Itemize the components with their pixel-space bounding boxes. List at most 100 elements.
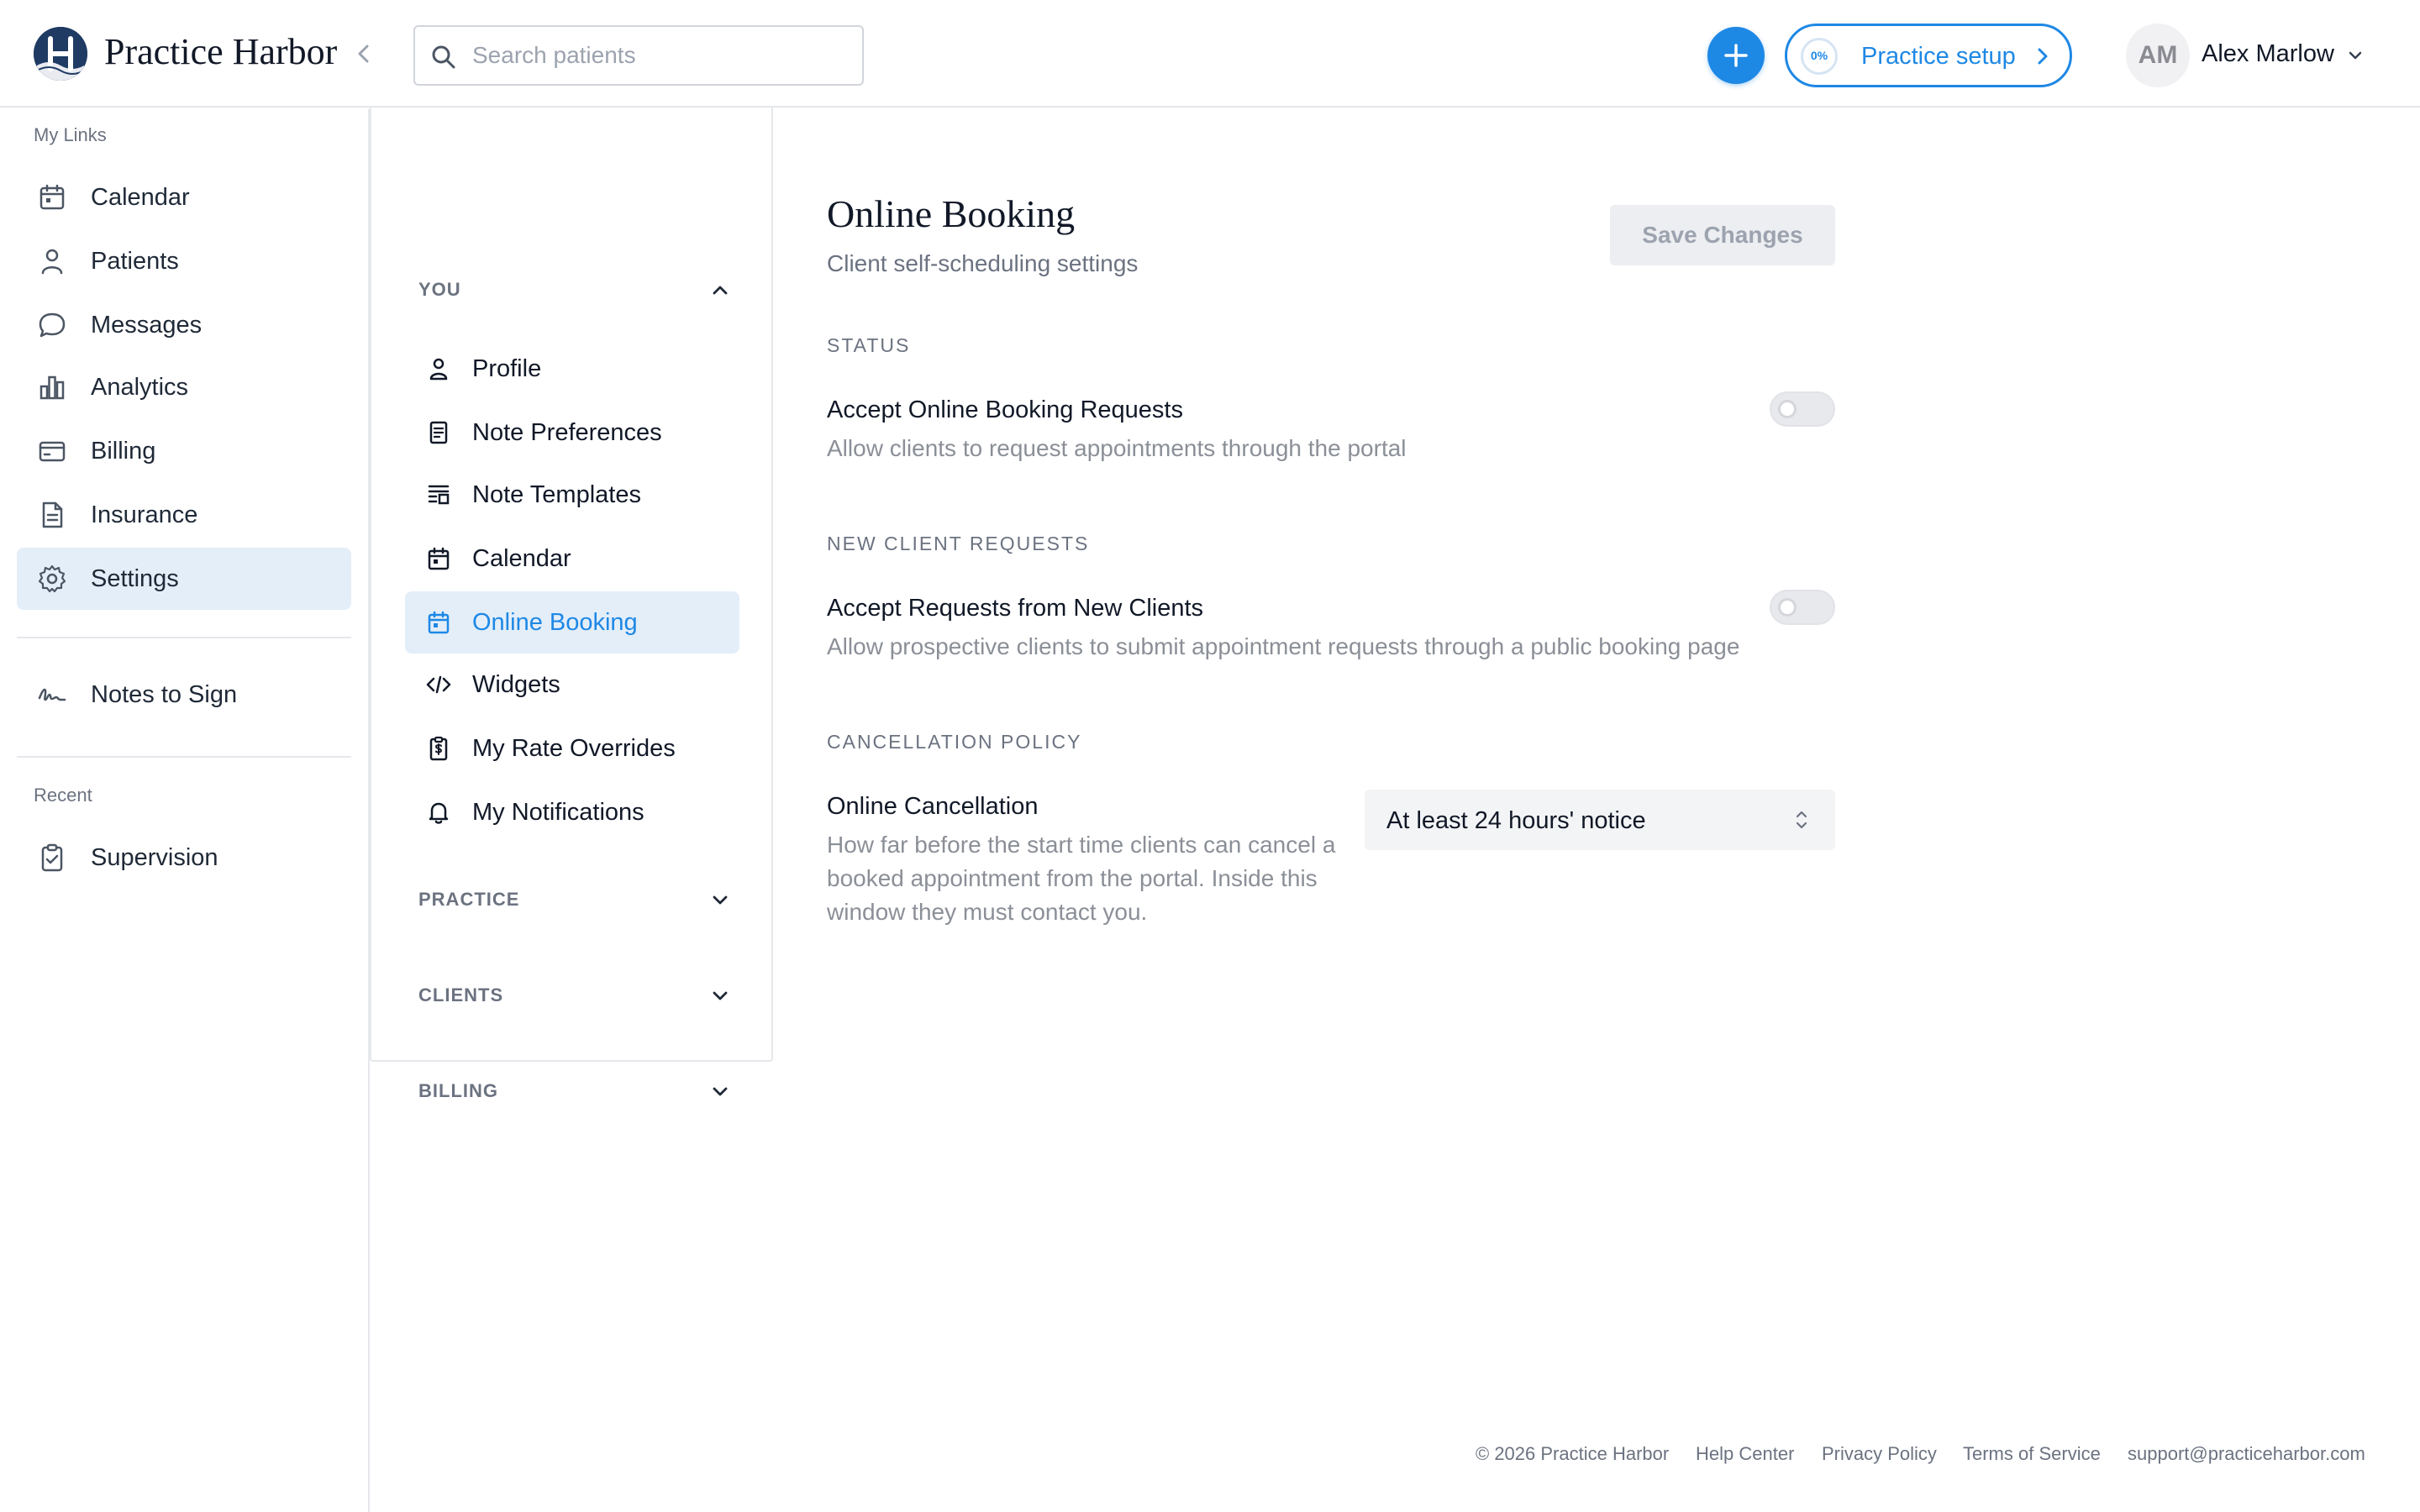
settings-nav-profile[interactable]: Profile	[405, 338, 739, 400]
sidebar-item-label: Settings	[91, 565, 179, 592]
page-subtitle: Client self-scheduling settings	[827, 250, 1139, 276]
note-icon	[425, 419, 452, 446]
sidebar-item-analytics[interactable]: Analytics	[17, 356, 351, 418]
settings-section-practice[interactable]: PRACTICE	[418, 882, 738, 916]
chevron-down-icon	[709, 1082, 731, 1100]
settings-nav-panel: YOU Profile Note Preferences Note Templa…	[370, 108, 773, 1101]
accept-online-booking-toggle[interactable]	[1770, 391, 1835, 427]
search-input[interactable]	[472, 37, 842, 74]
chevron-down-icon	[709, 890, 731, 909]
section-title: YOU	[418, 279, 461, 300]
sidebar-item-label: Patients	[91, 248, 179, 275]
nav-item-label: Note Preferences	[472, 419, 662, 446]
cancellation-policy-section-label: CANCELLATION POLICY	[827, 731, 1082, 753]
settings-nav-calendar[interactable]: Calendar	[405, 528, 739, 590]
nav-item-label: My Rate Overrides	[472, 735, 676, 762]
footer-help-link[interactable]: Help Center	[1696, 1443, 1794, 1465]
section-title: CLIENTS	[418, 984, 504, 1005]
sidebar-item-patients[interactable]: Patients	[17, 230, 351, 292]
user-icon	[425, 355, 452, 382]
my-links-label: My Links	[34, 124, 107, 145]
bar-chart-icon	[37, 372, 67, 402]
chevron-right-icon	[2033, 45, 2053, 68]
user-icon	[37, 246, 67, 276]
sidebar-item-label: Analytics	[91, 374, 189, 401]
chevron-down-icon[interactable]	[2346, 47, 2365, 64]
sidebar-item-label: Insurance	[91, 501, 198, 528]
sidebar-item-insurance[interactable]: Insurance	[17, 484, 351, 546]
status-section-label: STATUS	[827, 334, 911, 356]
nav-item-label: My Notifications	[472, 799, 644, 826]
top-header: Practice Harbor 0% Practice setup AM Ale…	[0, 0, 2420, 108]
collapse-sidebar-icon[interactable]	[351, 40, 376, 67]
nav-item-label: Calendar	[472, 545, 571, 572]
accept-online-booking-desc: Allow clients to request appointments th…	[827, 435, 1407, 461]
footer-support-email[interactable]: support@practiceharbor.com	[2128, 1443, 2365, 1465]
sidebar-item-label: Billing	[91, 438, 156, 465]
sidebar-item-label: Supervision	[91, 844, 218, 871]
sidebar-item-notes-to-sign[interactable]: Notes to Sign	[17, 664, 351, 726]
nav-item-label: Note Templates	[472, 481, 641, 508]
sidebar-item-billing[interactable]: Billing	[17, 420, 351, 482]
credit-card-icon	[37, 436, 67, 466]
save-changes-button[interactable]: Save Changes	[1610, 205, 1835, 265]
practice-setup-button[interactable]: 0% Practice setup	[1785, 24, 2072, 87]
settings-nav-online-booking[interactable]: Online Booking	[405, 591, 739, 654]
sidebar-item-label: Messages	[91, 312, 203, 339]
sidebar-divider	[17, 637, 351, 638]
online-cancellation-title: Online Cancellation	[827, 793, 1039, 820]
sidebar-item-settings[interactable]: Settings	[17, 548, 351, 610]
settings-section-clients[interactable]: CLIENTS	[418, 978, 738, 1011]
select-arrows-icon	[1791, 806, 1812, 833]
bell-icon	[425, 799, 452, 826]
settings-section-you[interactable]: YOU	[418, 272, 738, 306]
settings-nav-my-rate-overrides[interactable]: My Rate Overrides	[405, 717, 739, 780]
brand-name[interactable]: Practice Harbor	[104, 30, 337, 73]
code-icon	[425, 671, 452, 698]
document-icon	[37, 500, 67, 530]
footer-privacy-link[interactable]: Privacy Policy	[1822, 1443, 1937, 1465]
main-sidebar: My Links Calendar Patients Messages Anal…	[0, 109, 370, 1512]
footer-terms-link[interactable]: Terms of Service	[1963, 1443, 2101, 1465]
calendar-icon	[425, 545, 452, 572]
user-avatar[interactable]: AM	[2126, 24, 2190, 87]
calendar-booking-icon	[425, 609, 452, 636]
chat-bubble-icon	[37, 310, 67, 340]
sidebar-item-messages[interactable]: Messages	[17, 294, 351, 356]
add-button[interactable]	[1707, 27, 1765, 84]
toggle-knob	[1778, 400, 1797, 418]
settings-nav-note-templates[interactable]: Note Templates	[405, 464, 739, 526]
gear-icon	[37, 564, 67, 594]
chevron-down-icon	[709, 986, 731, 1005]
cancellation-notice-select[interactable]: At least 24 hours' notice	[1365, 790, 1835, 850]
sidebar-item-label: Calendar	[91, 184, 190, 211]
user-name[interactable]: Alex Marlow	[2202, 40, 2334, 68]
settings-section-billing[interactable]: BILLING	[418, 1074, 738, 1107]
online-cancellation-desc: How far before the start time clients ca…	[827, 832, 1336, 925]
search-icon	[430, 44, 457, 71]
dollar-clipboard-icon	[425, 735, 452, 762]
recent-label: Recent	[34, 785, 92, 806]
new-client-requests-section-label: NEW CLIENT REQUESTS	[827, 533, 1090, 554]
settings-nav-note-preferences[interactable]: Note Preferences	[405, 402, 739, 464]
settings-nav-my-notifications[interactable]: My Notifications	[405, 781, 739, 843]
brand-logo-icon[interactable]	[34, 27, 87, 81]
sidebar-item-supervision[interactable]: Supervision	[17, 827, 351, 889]
accept-new-clients-title: Accept Requests from New Clients	[827, 595, 1204, 622]
signature-icon	[37, 680, 67, 710]
toggle-knob	[1778, 598, 1797, 617]
calendar-icon	[37, 182, 67, 213]
section-title: PRACTICE	[418, 889, 520, 910]
search-box[interactable]	[413, 25, 864, 86]
settings-nav-widgets[interactable]: Widgets	[405, 654, 739, 716]
sidebar-item-calendar[interactable]: Calendar	[17, 166, 351, 228]
sidebar-divider	[17, 756, 351, 758]
sidebar-item-label: Notes to Sign	[91, 681, 238, 708]
accept-online-booking-title: Accept Online Booking Requests	[827, 396, 1183, 423]
section-title: BILLING	[418, 1080, 498, 1101]
footer-copyright: © 2026 Practice Harbor	[1476, 1443, 1670, 1464]
cancellation-notice-value: At least 24 hours' notice	[1386, 807, 1646, 834]
accept-new-clients-toggle[interactable]	[1770, 590, 1835, 625]
nav-item-label: Widgets	[472, 671, 560, 698]
chevron-up-icon	[709, 281, 731, 299]
